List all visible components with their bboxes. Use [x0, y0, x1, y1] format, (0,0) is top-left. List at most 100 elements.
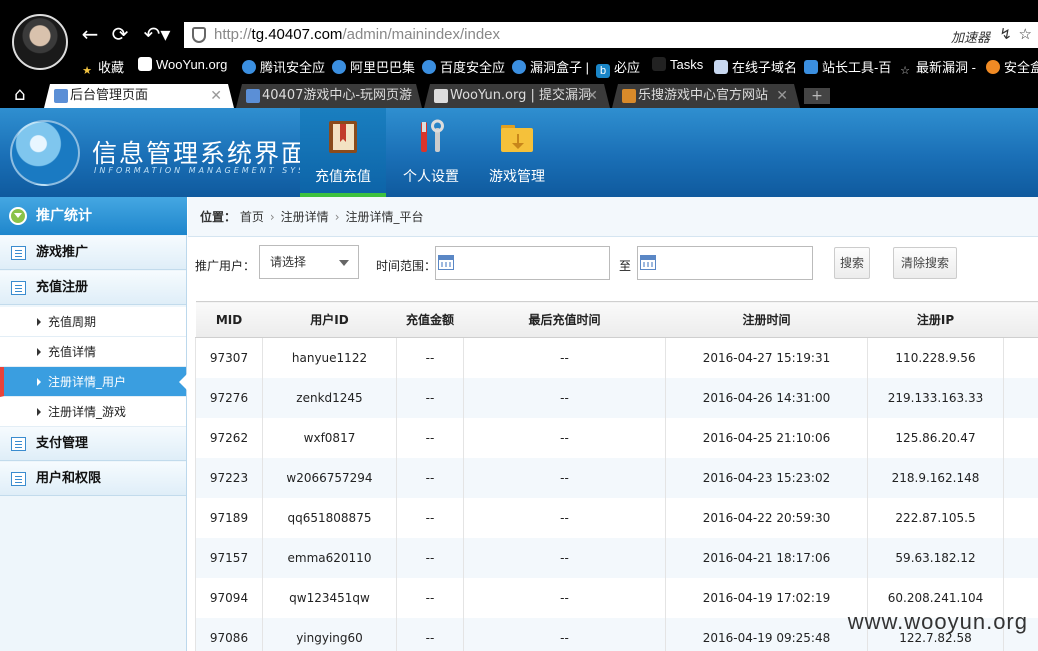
- registration-table: MID 用户ID 充值金额 最后充值时间 注册时间 注册IP 97307 han…: [195, 301, 1038, 651]
- end-date-input[interactable]: [637, 246, 813, 280]
- column-header-last-recharge[interactable]: 最后充值时间: [463, 301, 666, 338]
- lightning-icon[interactable]: ↯: [999, 25, 1012, 43]
- caret-right-icon: [37, 378, 41, 386]
- url-text[interactable]: http://tg.40407.com/admin/mainindex/inde…: [214, 26, 500, 43]
- promo-user-select[interactable]: 请选择: [259, 245, 359, 279]
- table-row[interactable]: 97157 emma620110 -- -- 2016-04-21 18:17:…: [195, 537, 1038, 578]
- topnav-settings[interactable]: 个人设置: [388, 108, 474, 197]
- page-icon: [54, 89, 68, 103]
- table-row[interactable]: 97276 zenkd1245 -- -- 2016-04-26 14:31:0…: [195, 377, 1038, 418]
- bookmark-subdomain[interactable]: 在线子域名: [714, 57, 797, 76]
- column-header-register-ip[interactable]: 注册IP: [867, 301, 1004, 338]
- table-row[interactable]: 97307 hanyue1122 -- -- 2016-04-27 15:19:…: [195, 337, 1038, 378]
- calendar-icon[interactable]: [640, 255, 656, 270]
- sidebar-header[interactable]: 推广统计: [0, 197, 187, 235]
- column-header-user-id[interactable]: 用户ID: [262, 301, 397, 338]
- bookmark-alibaba[interactable]: 阿里巴巴集: [332, 57, 415, 76]
- column-header-amount[interactable]: 充值金额: [396, 301, 464, 338]
- tab-lesou[interactable]: 乐搜游戏中心官方网站 ✕: [612, 84, 800, 108]
- calendar-icon[interactable]: [438, 255, 454, 270]
- cell-amount: --: [396, 457, 464, 498]
- topnav-recharge[interactable]: 充值充值: [300, 108, 386, 197]
- cell-register-time: 2016-04-26 14:31:00: [665, 377, 868, 418]
- cell-amount: --: [396, 417, 464, 458]
- refresh-icon[interactable]: ⟳: [108, 22, 132, 46]
- bookmark-chinaz[interactable]: 站长工具-百: [804, 57, 891, 76]
- star-icon: ★: [82, 65, 92, 77]
- tab-wooyun[interactable]: WooYun.org | 提交漏洞 ✕: [424, 84, 610, 108]
- bookmark-tasks[interactable]: Tasks: [652, 57, 703, 72]
- cell-mid: 97157: [195, 537, 263, 578]
- promo-user-label: 推广用户：: [195, 259, 256, 273]
- star-outline-icon[interactable]: ☆: [1019, 25, 1032, 43]
- sidebar-sub-recharge-detail[interactable]: 充值详情: [0, 337, 186, 367]
- sidebar-sub-register-user[interactable]: 注册详情_用户: [0, 367, 187, 397]
- cell-register-time: 2016-04-25 21:10:06: [665, 417, 868, 458]
- wooyun-icon: [138, 57, 152, 71]
- cell-amount: --: [396, 497, 464, 538]
- breadcrumb-register-detail[interactable]: 注册详情: [281, 210, 329, 224]
- close-icon[interactable]: ✕: [776, 84, 788, 108]
- star-outline-icon: ☆: [900, 65, 910, 77]
- caret-right-icon: [37, 318, 41, 326]
- breadcrumb-home[interactable]: 首页: [240, 210, 264, 224]
- close-icon[interactable]: ✕: [586, 84, 598, 108]
- sidebar-item-users-permissions[interactable]: 用户和权限: [0, 462, 186, 496]
- sidebar-item-recharge-register[interactable]: 充值注册: [0, 271, 186, 305]
- topnav-label: 游戏管理: [489, 169, 545, 185]
- cell-register-ip: 222.87.105.5: [867, 497, 1004, 538]
- list-icon: [11, 246, 26, 260]
- column-header-register-time[interactable]: 注册时间: [665, 301, 868, 338]
- tab-40407[interactable]: 40407游戏中心-玩网页游 ✕: [236, 84, 422, 108]
- clear-search-button[interactable]: 清除搜索: [893, 247, 957, 279]
- start-date-input[interactable]: [435, 246, 610, 280]
- bookmarks-bar: ★ 收藏 WooYun.org 腾讯安全应 阿里巴巴集 百度安全应 漏洞盒子 | …: [0, 54, 1038, 78]
- cell-user-id: yingying60: [262, 617, 397, 651]
- sidebar-sub-recharge-cycle[interactable]: 充值周期: [0, 307, 186, 337]
- tab-admin[interactable]: 后台管理页面 ✕: [44, 84, 234, 108]
- column-header-mid[interactable]: MID: [195, 301, 263, 338]
- new-tab-button[interactable]: +: [804, 88, 830, 104]
- bookmark-wooyun[interactable]: WooYun.org: [138, 57, 227, 72]
- chevron-down-icon: [9, 207, 27, 225]
- sidebar-item-game-promo[interactable]: 游戏推广: [0, 236, 186, 270]
- back-arrow-icon[interactable]: ←: [78, 22, 102, 46]
- undo-icon[interactable]: ↶▾: [140, 22, 174, 46]
- topnav-label: 个人设置: [403, 169, 459, 185]
- breadcrumb-separator-icon: ›: [334, 210, 340, 224]
- table-row[interactable]: 97262 wxf0817 -- -- 2016-04-25 21:10:06 …: [195, 417, 1038, 458]
- close-icon[interactable]: ✕: [210, 84, 222, 108]
- address-bar[interactable]: http://tg.40407.com/admin/mainindex/inde…: [184, 22, 1038, 48]
- bookmark-bing[interactable]: b 必应: [596, 57, 640, 78]
- cell-last-recharge: --: [463, 617, 666, 651]
- safebox-icon: [986, 60, 1000, 74]
- sidebar-item-payment[interactable]: 支付管理: [0, 427, 186, 461]
- bookmark-latest-vuln[interactable]: ☆ 最新漏洞 -: [898, 57, 976, 78]
- bookmark-baidu[interactable]: 百度安全应: [422, 57, 505, 76]
- shield-icon: [192, 27, 206, 43]
- tab-label: 乐搜游戏中心官方网站: [638, 88, 769, 103]
- topnav-games[interactable]: 游戏管理: [474, 108, 560, 197]
- vulbox-icon: [512, 60, 526, 74]
- cell-register-ip: 125.86.20.47: [867, 417, 1004, 458]
- app-header: 信息管理系统界面 INFORMATION MANAGEMENT SYSTEM G…: [0, 108, 1038, 197]
- bookmark-vulbox[interactable]: 漏洞盒子 |: [512, 57, 589, 76]
- cell-amount: --: [396, 617, 464, 651]
- sidebar-sub-register-game[interactable]: 注册详情_游戏: [0, 397, 186, 427]
- tasks-icon: [652, 57, 666, 71]
- bookmark-favorites[interactable]: ★ 收藏: [80, 57, 124, 78]
- home-icon[interactable]: ⌂: [14, 84, 25, 105]
- cell-user-id: wxf0817: [262, 417, 397, 458]
- sidebar: 推广统计 游戏推广 充值注册 充值周期 充值详情 注册详情_用户 注册详情_游戏…: [0, 197, 187, 651]
- table-row[interactable]: 97189 qq651808875 -- -- 2016-04-22 20:59…: [195, 497, 1038, 538]
- game-icon: [622, 89, 636, 103]
- bookmark-tencent[interactable]: 腾讯安全应: [242, 57, 325, 76]
- accelerator-label[interactable]: 加速器: [951, 27, 990, 46]
- table-row[interactable]: 97223 w2066757294 -- -- 2016-04-23 15:23…: [195, 457, 1038, 498]
- bookmark-safebox[interactable]: 安全盒: [986, 57, 1038, 76]
- close-icon[interactable]: ✕: [398, 84, 410, 108]
- app-title: 信息管理系统界面: [92, 139, 309, 168]
- cell-amount: --: [396, 337, 464, 378]
- cell-amount: --: [396, 377, 464, 418]
- search-button[interactable]: 搜索: [834, 247, 870, 279]
